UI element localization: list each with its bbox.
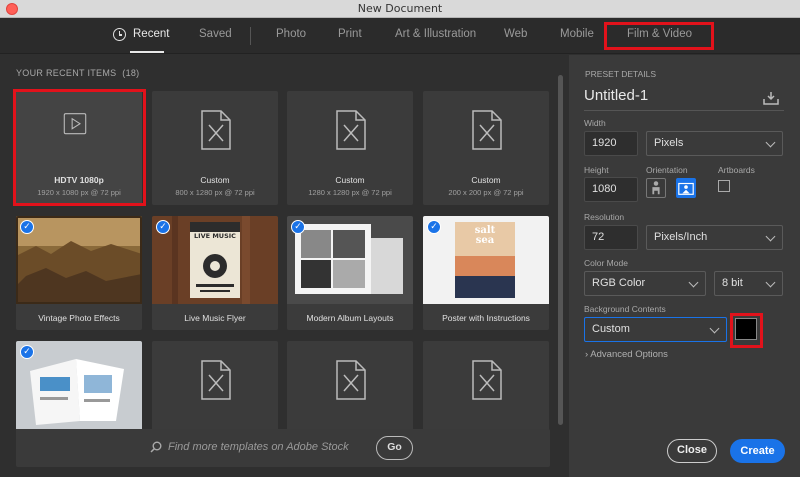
bit-depth-value: 8 bit (722, 277, 743, 289)
check-icon: ✓ (291, 220, 305, 234)
thumbnail-text-line-2: sea (475, 235, 495, 246)
tab-mobile[interactable]: Mobile (560, 28, 594, 40)
recent-item-custom-3[interactable]: Custom 200 x 200 px @ 72 ppi (423, 91, 549, 205)
background-contents-label: Background Contents (584, 304, 666, 314)
recent-item-custom-1[interactable]: Custom 800 x 1280 px @ 72 ppi (152, 91, 278, 205)
document-icon (201, 110, 231, 150)
resolution-unit-select[interactable]: Pixels/Inch (646, 225, 783, 250)
item-title: Modern Album Layouts (306, 313, 394, 323)
height-label: Height (584, 165, 609, 175)
hdtv-highlight (13, 89, 146, 206)
active-tab-indicator (130, 51, 164, 53)
chevron-down-icon (709, 323, 720, 334)
swatch-highlight (730, 313, 763, 348)
check-icon: ✓ (20, 220, 34, 234)
item-title: Vintage Photo Effects (38, 313, 120, 323)
document-icon (201, 360, 231, 400)
recent-items-title: YOUR RECENT ITEMS (16, 68, 117, 78)
tab-print[interactable]: Print (338, 28, 362, 40)
color-mode-label: Color Mode (584, 258, 628, 268)
tab-photo[interactable]: Photo (276, 28, 306, 40)
check-icon: ✓ (156, 220, 170, 234)
bit-depth-select[interactable]: 8 bit (714, 271, 783, 296)
chevron-down-icon (765, 137, 776, 148)
resolution-label: Resolution (584, 212, 625, 222)
item-size: 1280 x 1280 px @ 72 ppi (308, 188, 392, 197)
portrait-orientation-button[interactable] (646, 178, 666, 198)
orientation-label: Orientation (646, 165, 688, 175)
template-thumbnail (16, 341, 142, 429)
chevron-down-icon (688, 277, 699, 288)
item-title: Custom (335, 175, 365, 185)
item-title: Custom (200, 175, 230, 185)
check-icon: ✓ (427, 220, 441, 234)
preset-details-panel: PRESET DETAILS Untitled-1 Width 1920 Pix… (569, 55, 800, 477)
template-poster-with-instructions[interactable]: salt sea ✓ Poster with Instructions (423, 216, 549, 330)
item-title: Poster with Instructions (442, 313, 530, 323)
scrollbar[interactable] (558, 75, 563, 425)
go-button[interactable]: Go (376, 436, 413, 460)
width-input[interactable]: 1920 (584, 131, 638, 156)
search-icon (150, 441, 162, 453)
clock-icon (113, 28, 126, 41)
landscape-icon (678, 182, 694, 195)
template-thumbnail (152, 216, 278, 304)
advanced-options-label: Advanced Options (590, 349, 668, 360)
tab-web[interactable]: Web (504, 28, 527, 40)
resolution-input[interactable]: 72 (584, 225, 638, 250)
resolution-unit-value: Pixels/Inch (654, 231, 708, 243)
document-icon (472, 110, 502, 150)
item-size: 200 x 200 px @ 72 ppi (448, 188, 524, 197)
artboards-label: Artboards (718, 165, 755, 175)
background-contents-value: Custom (592, 323, 630, 335)
stock-search-input[interactable]: Find more templates on Adobe Stock (168, 441, 349, 453)
thumbnail-text: salt sea (455, 226, 515, 246)
chevron-down-icon (765, 231, 776, 242)
width-unit-select[interactable]: Pixels (646, 131, 783, 156)
preset-details-header: PRESET DETAILS (585, 69, 657, 79)
close-button[interactable]: Close (667, 439, 717, 463)
template-vintage-photo-effects[interactable]: ✓ Vintage Photo Effects (16, 216, 142, 330)
preset-name-field[interactable]: Untitled-1 (584, 87, 784, 111)
thumbnail-text: LIVE MUSIC (194, 232, 236, 240)
template-modern-album-layouts[interactable]: ✓ Modern Album Layouts (287, 216, 413, 330)
width-label: Width (584, 118, 606, 128)
stock-search-bar: Find more templates on Adobe Stock Go (16, 429, 550, 467)
template-thumbnail (287, 216, 413, 304)
save-preset-icon[interactable] (763, 91, 779, 105)
landscape-orientation-button[interactable] (676, 178, 696, 198)
recent-items-count: (18) (122, 68, 140, 78)
template-live-music-flyer[interactable]: LIVE MUSIC ✓ Live Music Flyer (152, 216, 278, 330)
chevron-down-icon (765, 277, 776, 288)
document-icon (336, 110, 366, 150)
item-size: 800 x 1280 px @ 72 ppi (175, 188, 255, 197)
tab-recent[interactable]: Recent (133, 28, 169, 40)
window-title: New Document (357, 2, 443, 15)
recent-items-header: YOUR RECENT ITEMS (18) (16, 68, 139, 78)
window-titlebar: New Document (0, 0, 800, 18)
portrait-icon (652, 181, 660, 195)
create-button[interactable]: Create (730, 439, 785, 463)
document-icon (472, 360, 502, 400)
tab-art-illustration[interactable]: Art & Illustration (395, 28, 476, 40)
document-icon (336, 360, 366, 400)
film-video-highlight (604, 22, 714, 50)
color-mode-value: RGB Color (592, 277, 646, 289)
advanced-options-toggle[interactable]: › Advanced Options (585, 349, 668, 360)
chevron-right-icon: › (585, 349, 589, 360)
tab-separator (250, 27, 251, 45)
item-title: Custom (471, 175, 501, 185)
check-icon: ✓ (20, 345, 34, 359)
height-input[interactable]: 1080 (584, 177, 638, 202)
background-contents-select[interactable]: Custom (584, 317, 727, 342)
recent-item-custom-2[interactable]: Custom 1280 x 1280 px @ 72 ppi (287, 91, 413, 205)
tab-saved[interactable]: Saved (199, 28, 232, 40)
artboards-checkbox[interactable] (718, 180, 730, 192)
item-title: Live Music Flyer (184, 313, 246, 323)
color-mode-select[interactable]: RGB Color (584, 271, 706, 296)
template-thumbnail (16, 216, 142, 304)
width-unit-value: Pixels (654, 137, 684, 149)
